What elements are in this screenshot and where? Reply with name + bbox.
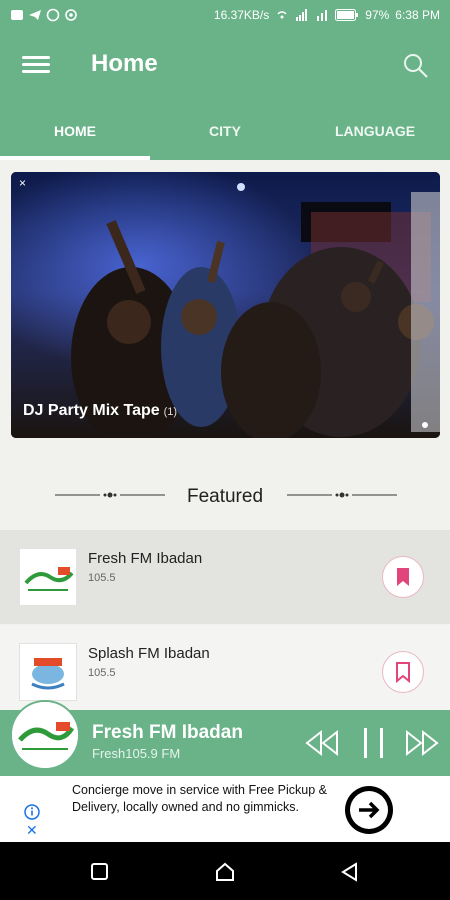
featured-header: Featured	[0, 460, 450, 530]
pause-icon[interactable]	[356, 728, 392, 758]
network-speed: 16.37KB/s	[213, 8, 270, 22]
arrow-right-icon	[350, 791, 388, 829]
back-icon[interactable]	[339, 861, 361, 883]
station-name: Fresh FM Ibadan	[88, 550, 203, 567]
clock: 6:38 PM	[395, 8, 440, 22]
now-playing-subtitle: Fresh105.9 FM	[92, 746, 181, 761]
splash-fm-logo	[20, 644, 76, 700]
whatsapp-icon	[46, 8, 60, 22]
banner-title-text: DJ Party Mix Tape	[23, 402, 160, 419]
recents-icon[interactable]	[90, 862, 110, 882]
app-bar: Home	[0, 30, 450, 102]
hotspot-icon	[277, 11, 287, 19]
fast-forward-icon[interactable]	[404, 728, 440, 758]
featured-banner[interactable]: × DJ Party Mix Tape (1)	[11, 172, 440, 438]
bookmark-filled-icon	[397, 568, 409, 586]
notification-icons	[10, 8, 78, 22]
menu-icon	[22, 56, 50, 59]
system-nav-bar	[0, 842, 450, 900]
banner-title: DJ Party Mix Tape (1)	[23, 402, 177, 420]
menu-button[interactable]	[22, 52, 50, 80]
tab-language[interactable]: LANGUAGE	[300, 102, 450, 160]
fresh-fm-logo	[20, 549, 76, 605]
banner-close-button[interactable]: ×	[19, 176, 26, 190]
rewind-icon[interactable]	[304, 728, 340, 758]
ad-info-icon[interactable]	[24, 804, 40, 820]
sync-icon	[65, 9, 77, 21]
bookmark-button[interactable]	[382, 651, 424, 693]
bookmark-button[interactable]	[382, 556, 424, 598]
tab-city[interactable]: CITY	[150, 102, 300, 160]
signal-2-icon	[317, 10, 328, 21]
status-bar: 16.37KB/s 97% 6:38 PM	[0, 0, 450, 30]
main-content: × DJ Party Mix Tape (1) Featured Fresh FM…	[0, 160, 450, 719]
station-logo	[19, 643, 77, 701]
ornament-right-icon	[287, 492, 397, 498]
tab-home[interactable]: HOME	[0, 102, 150, 160]
page-indicator	[422, 422, 428, 428]
ad-banner[interactable]: Concierge move in service with Free Pick…	[0, 776, 450, 842]
station-logo	[19, 548, 77, 606]
banner-count: (1)	[163, 406, 178, 418]
ad-close-button[interactable]: ✕	[26, 822, 38, 839]
ad-go-button[interactable]	[345, 786, 393, 834]
station-frequency: 105.5	[88, 572, 116, 584]
party-photo	[11, 172, 440, 438]
fresh-fm-logo	[12, 702, 78, 768]
page-title: Home	[91, 50, 158, 77]
ad-content[interactable]: Concierge move in service with Free Pick…	[24, 776, 426, 842]
battery-level: 97%	[365, 8, 390, 22]
now-playing-title: Fresh FM Ibadan	[92, 722, 243, 743]
signal-icon	[296, 9, 308, 21]
system-status: 16.37KB/s 97% 6:38 PM	[214, 8, 440, 22]
tab-bar: HOME CITY LANGUAGE	[0, 102, 450, 160]
ad-text: Concierge move in service with Free Pick…	[72, 783, 327, 814]
telegram-icon	[29, 10, 41, 20]
now-playing-bar[interactable]: Fresh FM Ibadan Fresh105.9 FM	[0, 700, 450, 776]
station-item[interactable]: Fresh FM Ibadan 105.5	[0, 530, 450, 624]
battery-icon	[335, 9, 359, 21]
station-item[interactable]: Splash FM Ibadan 105.5	[0, 625, 450, 719]
bookmark-outline-icon	[396, 662, 410, 684]
station-name: Splash FM Ibadan	[88, 645, 210, 662]
now-playing-logo	[10, 700, 80, 770]
station-frequency: 105.5	[88, 667, 116, 679]
message-icon	[11, 10, 23, 20]
search-icon[interactable]	[402, 52, 430, 80]
home-icon[interactable]	[214, 861, 236, 883]
